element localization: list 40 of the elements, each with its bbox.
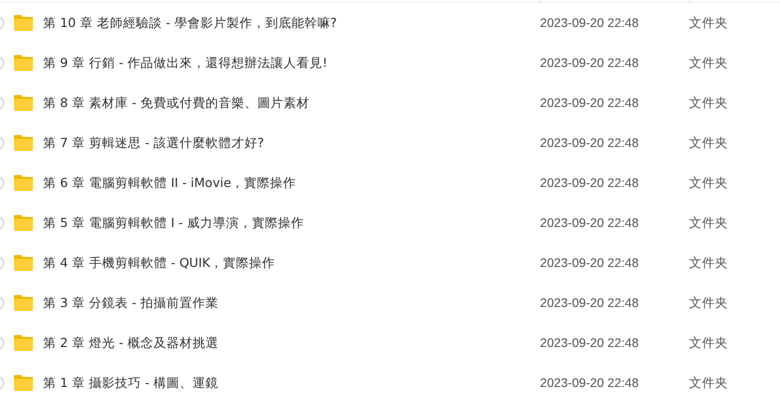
folder-icon bbox=[13, 94, 34, 112]
folder-name[interactable]: 第 4 章 手機剪輯軟體 - QUIK，實際操作 bbox=[43, 254, 540, 272]
file-type: 文件夹 bbox=[689, 294, 728, 312]
folder-icon bbox=[13, 294, 34, 312]
folder-name[interactable]: 第 8 章 素材庫 - 免費或付費的音樂、圖片素材 bbox=[43, 94, 540, 112]
folder-name[interactable]: 第 3 章 分鏡表 - 拍攝前置作業 bbox=[43, 294, 540, 312]
modified-date: 2023-09-20 22:48 bbox=[540, 296, 640, 310]
folder-name[interactable]: 第 6 章 電腦剪輯軟體 II - iMovie，實際操作 bbox=[43, 174, 540, 192]
folder-icon bbox=[13, 174, 34, 192]
modified-date: 2023-09-20 22:48 bbox=[540, 376, 640, 390]
file-type: 文件夹 bbox=[689, 94, 728, 112]
folder-name[interactable]: 第 7 章 剪輯迷思 - 該選什麼軟體才好? bbox=[43, 134, 540, 152]
modified-date: 2023-09-20 22:48 bbox=[540, 56, 640, 70]
folder-icon bbox=[13, 54, 34, 72]
folder-name[interactable]: 第 9 章 行銷 - 作品做出來，還得想辦法讓人看見! bbox=[43, 54, 540, 72]
modified-date: 2023-09-20 22:48 bbox=[540, 176, 640, 190]
file-type: 文件夹 bbox=[689, 374, 728, 392]
folder-name[interactable]: 第 1 章 攝影技巧 - 構圖、運鏡 bbox=[43, 374, 540, 392]
file-type: 文件夹 bbox=[689, 174, 728, 192]
folder-icon bbox=[13, 214, 34, 232]
folder-name[interactable]: 第 10 章 老師經驗談 - 學會影片製作，到底能幹嘛? bbox=[43, 14, 540, 32]
folder-icon bbox=[13, 134, 34, 152]
modified-date: 2023-09-20 22:48 bbox=[540, 216, 640, 230]
file-type: 文件夹 bbox=[689, 254, 728, 272]
folder-icon bbox=[13, 374, 34, 392]
modified-date: 2023-09-20 22:48 bbox=[540, 96, 640, 110]
file-type: 文件夹 bbox=[689, 54, 728, 72]
file-type: 文件夹 bbox=[689, 134, 728, 152]
file-type: 文件夹 bbox=[689, 214, 728, 232]
folder-icon bbox=[13, 254, 34, 272]
modified-date: 2023-09-20 22:48 bbox=[540, 136, 640, 150]
modified-date: 2023-09-20 22:48 bbox=[540, 336, 640, 350]
folder-name[interactable]: 第 2 章 燈光 - 概念及器材挑選 bbox=[43, 334, 540, 352]
folder-name[interactable]: 第 5 章 電腦剪輯軟體 I - 威力導演，實際操作 bbox=[43, 214, 540, 232]
file-type: 文件夹 bbox=[689, 334, 728, 352]
folder-icon bbox=[13, 334, 34, 352]
file-type: 文件夹 bbox=[689, 14, 728, 32]
modified-date: 2023-09-20 22:48 bbox=[540, 256, 640, 270]
folder-icon bbox=[13, 14, 34, 32]
modified-date: 2023-09-20 22:48 bbox=[540, 16, 640, 30]
